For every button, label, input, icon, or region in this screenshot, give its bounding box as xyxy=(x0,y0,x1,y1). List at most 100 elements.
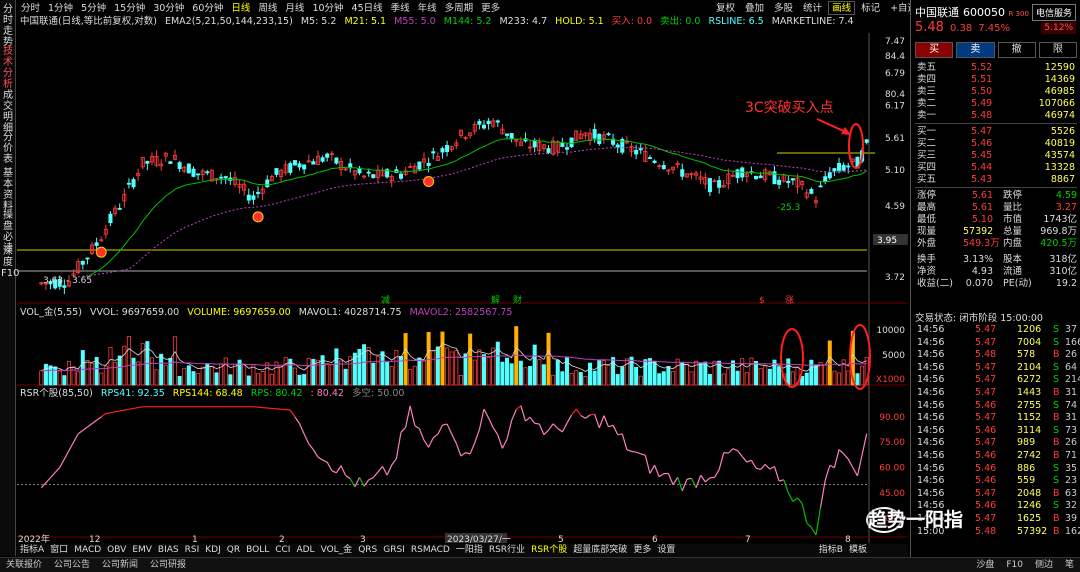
rsr-line-segment xyxy=(764,463,771,470)
bid-row[interactable]: 买一 5.47 5526 xyxy=(915,126,1077,137)
status-right-2[interactable]: 侧边 xyxy=(1029,558,1059,572)
period-4[interactable]: 30分钟 xyxy=(149,2,188,15)
kline-chart[interactable]: 7.476.796.175.615.104.594.133.7284.480.4… xyxy=(17,15,908,543)
left-tab-2[interactable]: 成交明细 xyxy=(1,90,15,134)
period-9[interactable]: 10分钟 xyxy=(308,2,347,15)
candle-body xyxy=(532,140,537,148)
price-change: 0.38 xyxy=(949,23,973,34)
ask-row[interactable]: 卖一 5.48 46974 xyxy=(915,110,1077,121)
stat-value: 0.070 xyxy=(965,278,993,289)
rsr-line-segment xyxy=(483,408,490,419)
ask-label: 卖二 xyxy=(917,98,937,109)
bid-row[interactable]: 买三 5.45 43574 xyxy=(915,150,1077,161)
left-tab-1[interactable]: 技术分析 xyxy=(1,46,15,90)
indicator-tab-13[interactable]: QRS xyxy=(355,544,380,557)
volume-axis-label: 5000 xyxy=(882,351,905,361)
ask-row[interactable]: 卖四 5.51 14369 xyxy=(915,74,1077,85)
indicator-tab-7[interactable]: KDJ xyxy=(202,544,224,557)
status-right-3[interactable]: 笔 xyxy=(1059,558,1080,572)
sector-badge[interactable]: 电信服务 xyxy=(1031,4,1076,21)
candle-body xyxy=(846,165,851,168)
trade-button-3[interactable]: 限 xyxy=(1038,42,1077,58)
left-tab-4[interactable]: 基本资料 xyxy=(1,168,15,212)
indicator-tab-8[interactable]: QR xyxy=(224,544,243,557)
left-tab-3[interactable]: 分价表 xyxy=(1,132,15,165)
indicator-tab-4[interactable]: EMV xyxy=(129,544,155,557)
indicator-tab-9[interactable]: BOLL xyxy=(243,544,272,557)
trade-button-0[interactable]: 买 xyxy=(915,42,954,58)
bid-row[interactable]: 买四 5.44 13328 xyxy=(915,162,1077,173)
stat-row: 现量 57392 总量 969.8万 xyxy=(917,226,1077,237)
bid-row[interactable]: 买二 5.46 40819 xyxy=(915,138,1077,149)
status-item-1[interactable]: 公司公告 xyxy=(48,558,96,572)
indicator-tab-19[interactable]: 超量底部突破 xyxy=(570,544,630,557)
indicator-tab-18[interactable]: RSR个股 xyxy=(528,544,570,557)
period-10[interactable]: 45日线 xyxy=(348,2,387,15)
indicator-tab-15[interactable]: RSMACD xyxy=(408,544,453,557)
left-tab-6[interactable]: 深度F10 xyxy=(1,246,19,279)
volume-bar xyxy=(680,362,685,386)
period-6[interactable]: 日线 xyxy=(227,2,254,15)
status-item-0[interactable]: 关联报价 xyxy=(0,558,48,572)
rsr-line-segment xyxy=(294,416,301,424)
tool-5[interactable]: 标记 xyxy=(857,1,884,15)
indicator-tab-14[interactable]: GRSI xyxy=(380,544,408,557)
rsr-line-segment xyxy=(354,477,361,488)
ask-row[interactable]: 卖五 5.52 12590 xyxy=(915,62,1077,73)
left-tab-0[interactable]: 分时走势 xyxy=(1,4,15,48)
tool-3[interactable]: 统计 xyxy=(799,1,826,15)
candle-body xyxy=(495,120,500,123)
indicator-tab-10[interactable]: CCI xyxy=(272,544,293,557)
rsr-line-segment xyxy=(718,452,725,470)
period-2[interactable]: 5分钟 xyxy=(77,2,110,15)
tool-2[interactable]: 多股 xyxy=(770,1,797,15)
indicator-tab-11[interactable]: ADL xyxy=(293,544,317,557)
indicator-tab-21[interactable]: 设置 xyxy=(654,544,678,557)
indicator-tab-12[interactable]: VOL_金 xyxy=(318,544,356,557)
status-item-2[interactable]: 公司新闻 xyxy=(96,558,144,572)
period-11[interactable]: 季线 xyxy=(387,2,414,15)
trade-button-1[interactable]: 卖 xyxy=(956,42,995,58)
period-14[interactable]: 更多 xyxy=(477,2,504,15)
indicator-right-0[interactable]: 指标B xyxy=(816,544,846,557)
indicator-tab-5[interactable]: BIAS xyxy=(155,544,182,557)
volume-bar xyxy=(232,363,237,386)
period-8[interactable]: 月线 xyxy=(281,2,308,15)
indicator-tab-3[interactable]: OBV xyxy=(104,544,129,557)
tick-price: 5.46 xyxy=(975,424,997,436)
period-7[interactable]: 周线 xyxy=(254,2,281,15)
indicator-tab-20[interactable]: 更多 xyxy=(630,544,654,557)
bid-row[interactable]: 买五 5.43 8867 xyxy=(915,174,1077,185)
trade-button-2[interactable]: 撤 xyxy=(997,42,1036,58)
status-right-0[interactable]: 沙盘 xyxy=(970,558,1000,572)
status-right-1[interactable]: F10 xyxy=(1000,558,1029,572)
tool-4[interactable]: 画线 xyxy=(828,1,856,15)
ask-row[interactable]: 卖二 5.49 107066 xyxy=(915,98,1077,109)
tool-0[interactable]: 复权 xyxy=(712,1,739,15)
rsr-line-segment xyxy=(446,423,453,435)
indicator-tab-0[interactable]: 指标A xyxy=(17,544,47,557)
period-0[interactable]: 分时 xyxy=(17,2,44,15)
volume-bar xyxy=(528,366,533,386)
period-5[interactable]: 60分钟 xyxy=(188,2,227,15)
volume-bar xyxy=(560,371,565,386)
period-1[interactable]: 1分钟 xyxy=(44,2,77,15)
stock-code: 600050 xyxy=(963,6,1005,19)
indicator-tab-6[interactable]: RSI xyxy=(182,544,203,557)
indicator-tab-17[interactable]: RSR行业 xyxy=(486,544,528,557)
ask-row[interactable]: 卖三 5.50 46985 xyxy=(915,86,1077,97)
period-3[interactable]: 15分钟 xyxy=(110,2,149,15)
indicator-tab-1[interactable]: 窗口 xyxy=(47,544,71,557)
indicator-tab-16[interactable]: 一阳指 xyxy=(453,544,486,557)
indicator-right-1[interactable]: 模板 xyxy=(846,544,870,557)
last-price: 5.48 xyxy=(915,20,944,35)
tick-price: 5.47 xyxy=(975,336,997,348)
period-13[interactable]: 多周期 xyxy=(441,2,478,15)
indicator-tab-2[interactable]: MACD xyxy=(71,544,104,557)
volume-bar xyxy=(551,374,556,386)
period-12[interactable]: 年线 xyxy=(414,2,441,15)
tool-1[interactable]: 叠加 xyxy=(741,1,768,15)
chart-area[interactable]: 7.476.796.175.615.104.594.133.7284.480.4… xyxy=(17,15,908,543)
status-item-3[interactable]: 公司研报 xyxy=(144,558,192,572)
rsr-line-segment xyxy=(96,416,102,421)
